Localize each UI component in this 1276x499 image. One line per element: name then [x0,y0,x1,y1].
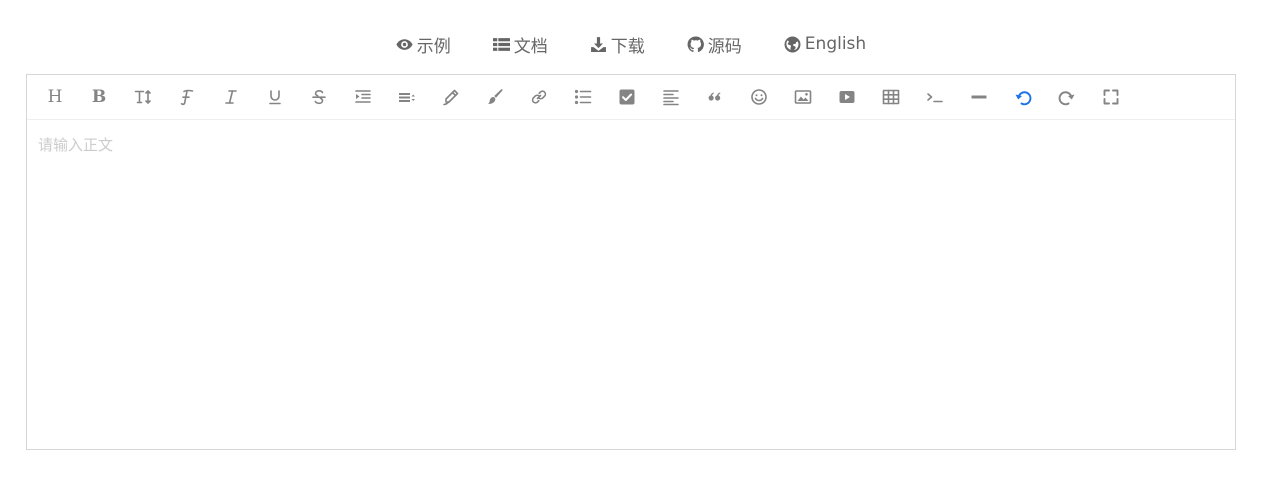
toolbar-button-font-color[interactable] [429,75,473,119]
nav-link-label: English [804,34,867,54]
line-height-icon [399,93,415,102]
toolbar-button-code[interactable] [913,75,957,119]
toolbar-button-strikethrough[interactable] [297,75,341,119]
toolbar-button-font-size[interactable] [121,75,165,119]
nav-link-examples[interactable]: 示例 [396,32,451,57]
heading-icon: H [47,86,63,107]
toolbar-button-indent[interactable] [341,75,385,119]
list-bullet-icon [574,89,592,105]
underline-icon [269,90,281,105]
toolbar-button-justify[interactable] [649,75,693,119]
nav-link-docs[interactable]: 文档 [492,32,548,57]
pencil-icon [443,89,459,106]
strikethrough-icon [312,90,326,105]
toolbar-button-italic[interactable] [209,75,253,119]
nav-link-label: 文档 [513,36,548,57]
undo-icon [1015,91,1032,106]
nav-link-label: 示例 [416,36,451,57]
toolbar-button-title[interactable]: H [33,75,77,119]
terminal-icon [927,93,943,103]
toolbar-button-video[interactable] [825,75,869,119]
video-icon [839,91,855,103]
italic-icon [225,90,237,104]
editor-body [27,120,1235,449]
editor-content-input[interactable] [38,134,1224,435]
indent-icon [355,90,371,103]
horizontal-line-icon [971,95,987,99]
nav-link-source[interactable]: 源码 [687,32,742,57]
github-icon [687,36,704,52]
redo-icon [1058,91,1075,106]
nav-link-download[interactable]: 下载 [590,32,645,57]
toolbar-button-image[interactable] [781,75,825,119]
toolbar-button-link[interactable] [517,75,561,119]
text-height-icon [134,90,151,104]
image-icon [794,90,812,104]
table-icon [882,89,900,105]
brush-icon [488,89,503,104]
checkbox-icon [619,89,635,105]
editor-toolbar: H B [27,75,1235,120]
toolbar-button-background-color[interactable] [473,75,517,119]
bold-icon: B [91,86,107,107]
download-icon [590,36,606,52]
nav-link-label: 下载 [610,36,645,57]
toolbar-button-undo[interactable] [1001,75,1045,119]
link-icon [531,90,547,104]
toolbar-button-table[interactable] [869,75,913,119]
toolbar-button-underline[interactable] [253,75,297,119]
fullscreen-icon [1103,89,1119,105]
nav-link-english[interactable]: English [784,34,866,54]
toolbar-button-redo[interactable] [1045,75,1089,119]
toolbar-button-line-height[interactable] [385,75,429,119]
top-nav: 示例 文档 下载 源码 English [0,24,1262,64]
toolbar-button-split-line[interactable] [957,75,1001,119]
globe-icon [784,36,801,52]
list-icon [492,37,510,51]
font-family-icon [180,89,194,106]
toolbar-button-todo[interactable] [605,75,649,119]
toolbar-button-font-family[interactable] [165,75,209,119]
smile-icon [751,89,767,105]
toolbar-button-fullscreen[interactable] [1089,75,1133,119]
eye-icon [396,38,413,50]
align-left-icon [663,90,679,106]
nav-link-label: 源码 [707,36,742,57]
quote-icon [708,92,721,101]
toolbar-button-bold[interactable]: B [77,75,121,119]
toolbar-button-list[interactable] [561,75,605,119]
rich-text-editor: H B [26,74,1236,450]
toolbar-button-emoticon[interactable] [737,75,781,119]
toolbar-button-quote[interactable] [693,75,737,119]
